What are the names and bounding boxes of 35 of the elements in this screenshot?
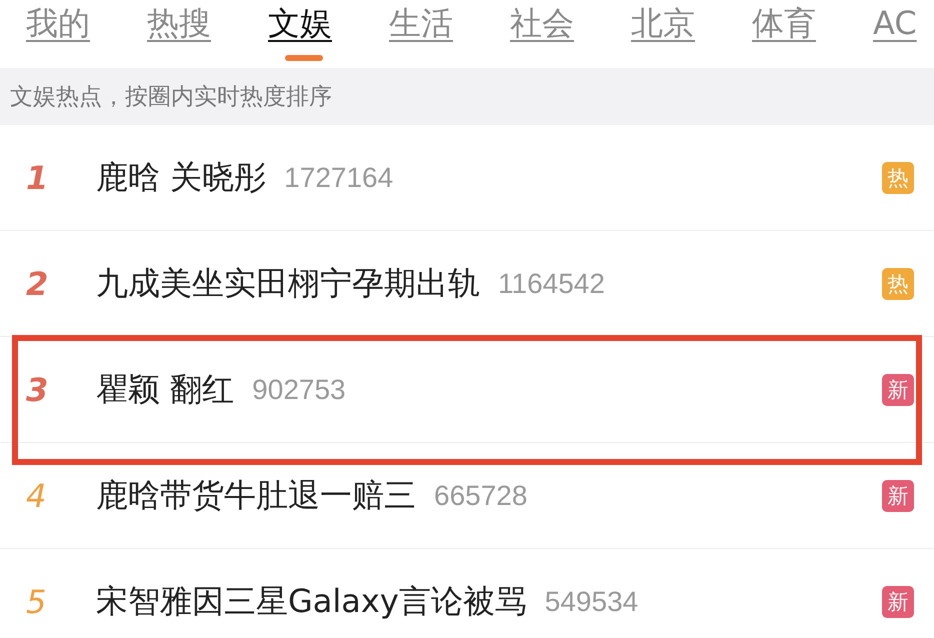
category-tab[interactable]: 我的: [26, 0, 95, 46]
category-tab[interactable]: 社会: [510, 0, 579, 46]
heat-count: 902753: [252, 374, 347, 406]
rank-number: 3: [25, 370, 50, 408]
category-tab[interactable]: 热搜: [147, 0, 216, 46]
heat-count: 1164542: [498, 268, 606, 300]
rank-number: 5: [25, 582, 48, 620]
category-tab[interactable]: 生活: [389, 0, 458, 46]
hot-search-row[interactable]: 5 宋智雅因三星Galaxy言论被骂 549534 新: [0, 549, 934, 638]
status-badge: 热: [882, 162, 914, 194]
status-badge: 新: [882, 480, 914, 512]
topic-title: 宋智雅因三星Galaxy言论被骂: [96, 580, 527, 622]
topic-title: 九成美坐实田栩宁孕期出轨: [96, 262, 480, 304]
hot-search-row[interactable]: 3 瞿颖 翻红 902753 新: [0, 337, 934, 443]
heat-count: 665728: [434, 480, 528, 512]
rank-number: 4: [25, 476, 48, 514]
hot-search-row[interactable]: 1 鹿晗 关晓彤 1727164 热: [0, 125, 934, 231]
rank-number: 1: [25, 158, 50, 196]
heat-count: 1727164: [284, 162, 394, 194]
topic-title: 鹿晗带货牛肚退一赔三: [96, 474, 416, 516]
category-tab[interactable]: AC: [873, 0, 934, 46]
status-badge: 新: [882, 374, 914, 406]
status-badge: 热: [882, 268, 914, 300]
category-tab[interactable]: 体育: [752, 0, 821, 46]
status-badge: 新: [882, 586, 914, 618]
topic-title: 鹿晗 关晓彤: [96, 156, 266, 198]
category-tab[interactable]: 北京: [631, 0, 700, 46]
category-tab[interactable]: 文娱: [268, 0, 337, 46]
active-tab-indicator: [285, 55, 323, 61]
hot-search-row[interactable]: 2 九成美坐实田栩宁孕期出轨 1164542 热: [0, 231, 934, 337]
subtitle-text: 文娱热点，按圈内实时热度排序: [10, 83, 332, 112]
hot-search-row[interactable]: 4 鹿晗带货牛肚退一赔三 665728 新: [0, 443, 934, 549]
topic-title: 瞿颖 翻红: [96, 368, 234, 410]
heat-count: 549534: [544, 586, 640, 618]
rank-number: 2: [25, 264, 50, 302]
